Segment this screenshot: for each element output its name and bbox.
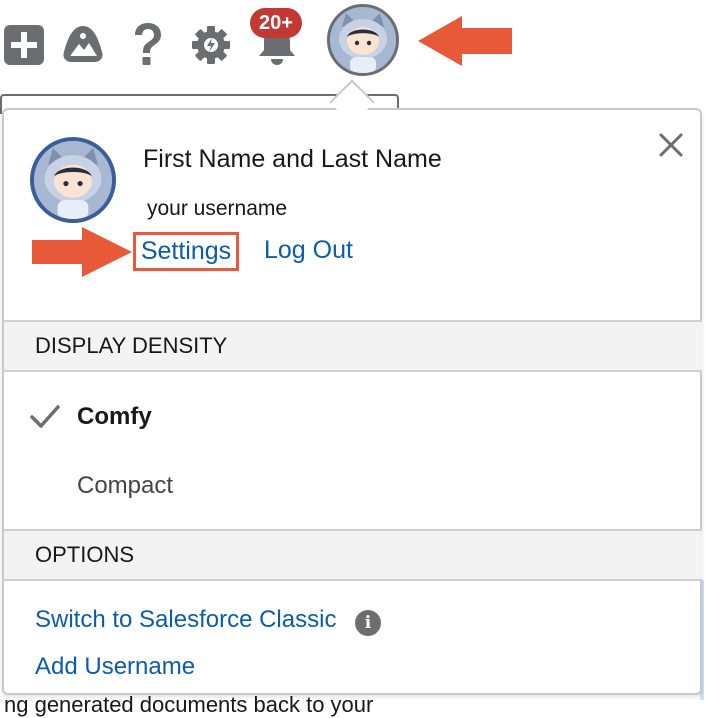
help-icon <box>135 23 161 65</box>
trailhead-icon <box>63 26 103 62</box>
density-option-compact[interactable]: Compact <box>77 472 173 500</box>
profile-username: your username <box>147 197 288 220</box>
profile-full-name: First Name and Last Name <box>143 145 442 173</box>
close-icon <box>659 133 683 157</box>
trailhead-button[interactable] <box>60 22 106 68</box>
info-icon[interactable]: i <box>355 610 381 636</box>
pointer-arrow-avatar <box>418 16 512 66</box>
astro-avatar-icon <box>330 7 396 73</box>
checkmark-icon <box>30 405 60 428</box>
log-out-link[interactable]: Log Out <box>264 236 353 265</box>
global-header-toolbar: 20+ <box>0 0 706 90</box>
add-username-link[interactable]: Add Username <box>35 653 195 681</box>
profile-avatar <box>30 137 116 223</box>
pointer-arrow-settings <box>32 227 132 277</box>
background-page-text: ng generated documents back to your <box>4 692 374 717</box>
global-actions-add-button[interactable] <box>4 25 44 65</box>
display-density-heading: DISPLAY DENSITY <box>4 320 702 372</box>
close-panel-button[interactable] <box>654 128 688 162</box>
settings-link[interactable]: Settings <box>133 232 239 271</box>
density-option-comfy[interactable]: Comfy <box>77 403 152 431</box>
add-icon <box>4 25 44 65</box>
switch-to-classic-link[interactable]: Switch to Salesforce Classic <box>35 606 336 634</box>
help-button[interactable] <box>124 20 170 68</box>
view-profile-avatar-button[interactable] <box>327 4 399 76</box>
setup-button[interactable] <box>188 22 234 68</box>
setup-gear-icon <box>192 26 230 64</box>
options-heading: OPTIONS <box>4 529 702 581</box>
astro-avatar-icon <box>34 141 112 219</box>
notification-count-badge: 20+ <box>250 8 302 38</box>
